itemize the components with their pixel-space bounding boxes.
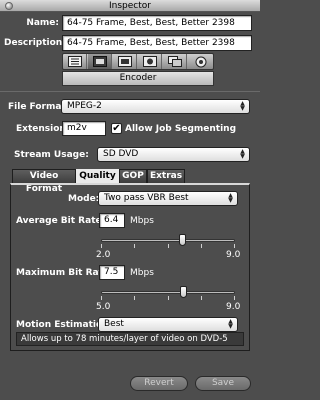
average-bit-rate-max: 9.0: [226, 250, 241, 260]
frame-controls-icon: [117, 56, 132, 67]
popup-arrows-icon: ▲ ▼: [228, 318, 233, 330]
inspector-toolbar: [62, 53, 214, 70]
maximum-bit-rate-min: 5.0: [96, 302, 111, 312]
average-bit-rate-min: 2.0: [96, 250, 111, 260]
actions-tab-button[interactable]: [188, 54, 213, 69]
description-field[interactable]: 64-75 Frame, Best, Best, Better 2398: [62, 35, 252, 51]
active-pane-label: Encoder: [62, 71, 214, 86]
frame-controls-tab-button[interactable]: [113, 54, 137, 69]
info-text: Allows up to 78 minutes/layer of video o…: [16, 332, 244, 346]
file-format-popup[interactable]: MPEG-2 ▲ ▼: [61, 99, 250, 114]
maximum-bit-rate-unit: Mbps: [130, 268, 154, 278]
filters-icon: [142, 56, 157, 67]
actions-icon: [195, 56, 206, 67]
save-button[interactable]: Save: [195, 376, 251, 391]
title-bar: Inspector: [0, 0, 260, 12]
maximum-bit-rate-thumb[interactable]: [180, 286, 187, 298]
slider-tick: [101, 296, 102, 300]
name-field[interactable]: 64-75 Frame, Best, Best, Better 2398: [62, 15, 252, 31]
extension-field[interactable]: m2v: [62, 121, 106, 136]
slider-tick: [201, 244, 202, 248]
average-bit-rate-field[interactable]: 6.4: [99, 213, 125, 228]
popup-arrows-icon: ▲ ▼: [240, 100, 245, 112]
maximum-bit-rate-field[interactable]: 7.5: [99, 265, 125, 280]
description-label: Description:: [4, 38, 66, 48]
summary-icon: [67, 56, 82, 67]
average-bit-rate-label: Average Bit Rate:: [16, 216, 106, 226]
average-bit-rate-track[interactable]: [101, 239, 235, 242]
slider-tick: [101, 244, 102, 248]
mode-label: Mode:: [68, 194, 100, 204]
slider-tick: [134, 244, 135, 248]
revert-button[interactable]: Revert: [130, 376, 188, 391]
summary-tab-button[interactable]: [63, 54, 87, 69]
average-bit-rate-thumb[interactable]: [179, 234, 186, 246]
encoder-tab-button[interactable]: [88, 54, 112, 69]
geometry-icon: [167, 56, 182, 67]
encoder-icon: [92, 56, 107, 67]
slider-tick: [201, 296, 202, 300]
stream-usage-label: Stream Usage:: [14, 150, 89, 160]
stream-usage-popup[interactable]: SD DVD ▲ ▼: [97, 147, 250, 162]
popup-arrows-icon: ▲ ▼: [228, 192, 233, 204]
motion-estimation-popup[interactable]: Best ▲ ▼: [98, 317, 238, 332]
mode-popup[interactable]: Two pass VBR Best ▲ ▼: [98, 191, 238, 206]
slider-tick: [234, 244, 235, 248]
slider-tick: [134, 296, 135, 300]
allow-job-segmenting-checkbox[interactable]: ✔: [111, 123, 122, 134]
tab-extras[interactable]: Extras: [147, 169, 185, 183]
slider-tick: [168, 296, 169, 300]
window-title: Inspector: [109, 1, 151, 11]
slider-tick: [168, 244, 169, 248]
tab-video-format[interactable]: Video Format: [12, 169, 76, 194]
geometry-tab-button[interactable]: [163, 54, 187, 69]
file-format-value: MPEG-2: [67, 101, 102, 111]
maximum-bit-rate-max: 9.0: [226, 302, 241, 312]
maximum-bit-rate-track[interactable]: [101, 291, 235, 294]
allow-job-segmenting-label: Allow Job Segmenting: [125, 124, 237, 134]
motion-estimation-value: Best: [104, 319, 124, 329]
slider-tick: [234, 296, 235, 300]
divider: [0, 91, 260, 92]
tab-gop[interactable]: GOP: [119, 169, 147, 183]
mode-value: Two pass VBR Best: [104, 193, 189, 203]
tab-quality[interactable]: Quality: [76, 169, 119, 183]
name-label: Name:: [26, 18, 59, 28]
popup-arrows-icon: ▲ ▼: [240, 148, 245, 160]
stream-usage-value: SD DVD: [103, 149, 139, 159]
average-bit-rate-unit: Mbps: [130, 216, 154, 226]
filters-tab-button[interactable]: [138, 54, 162, 69]
